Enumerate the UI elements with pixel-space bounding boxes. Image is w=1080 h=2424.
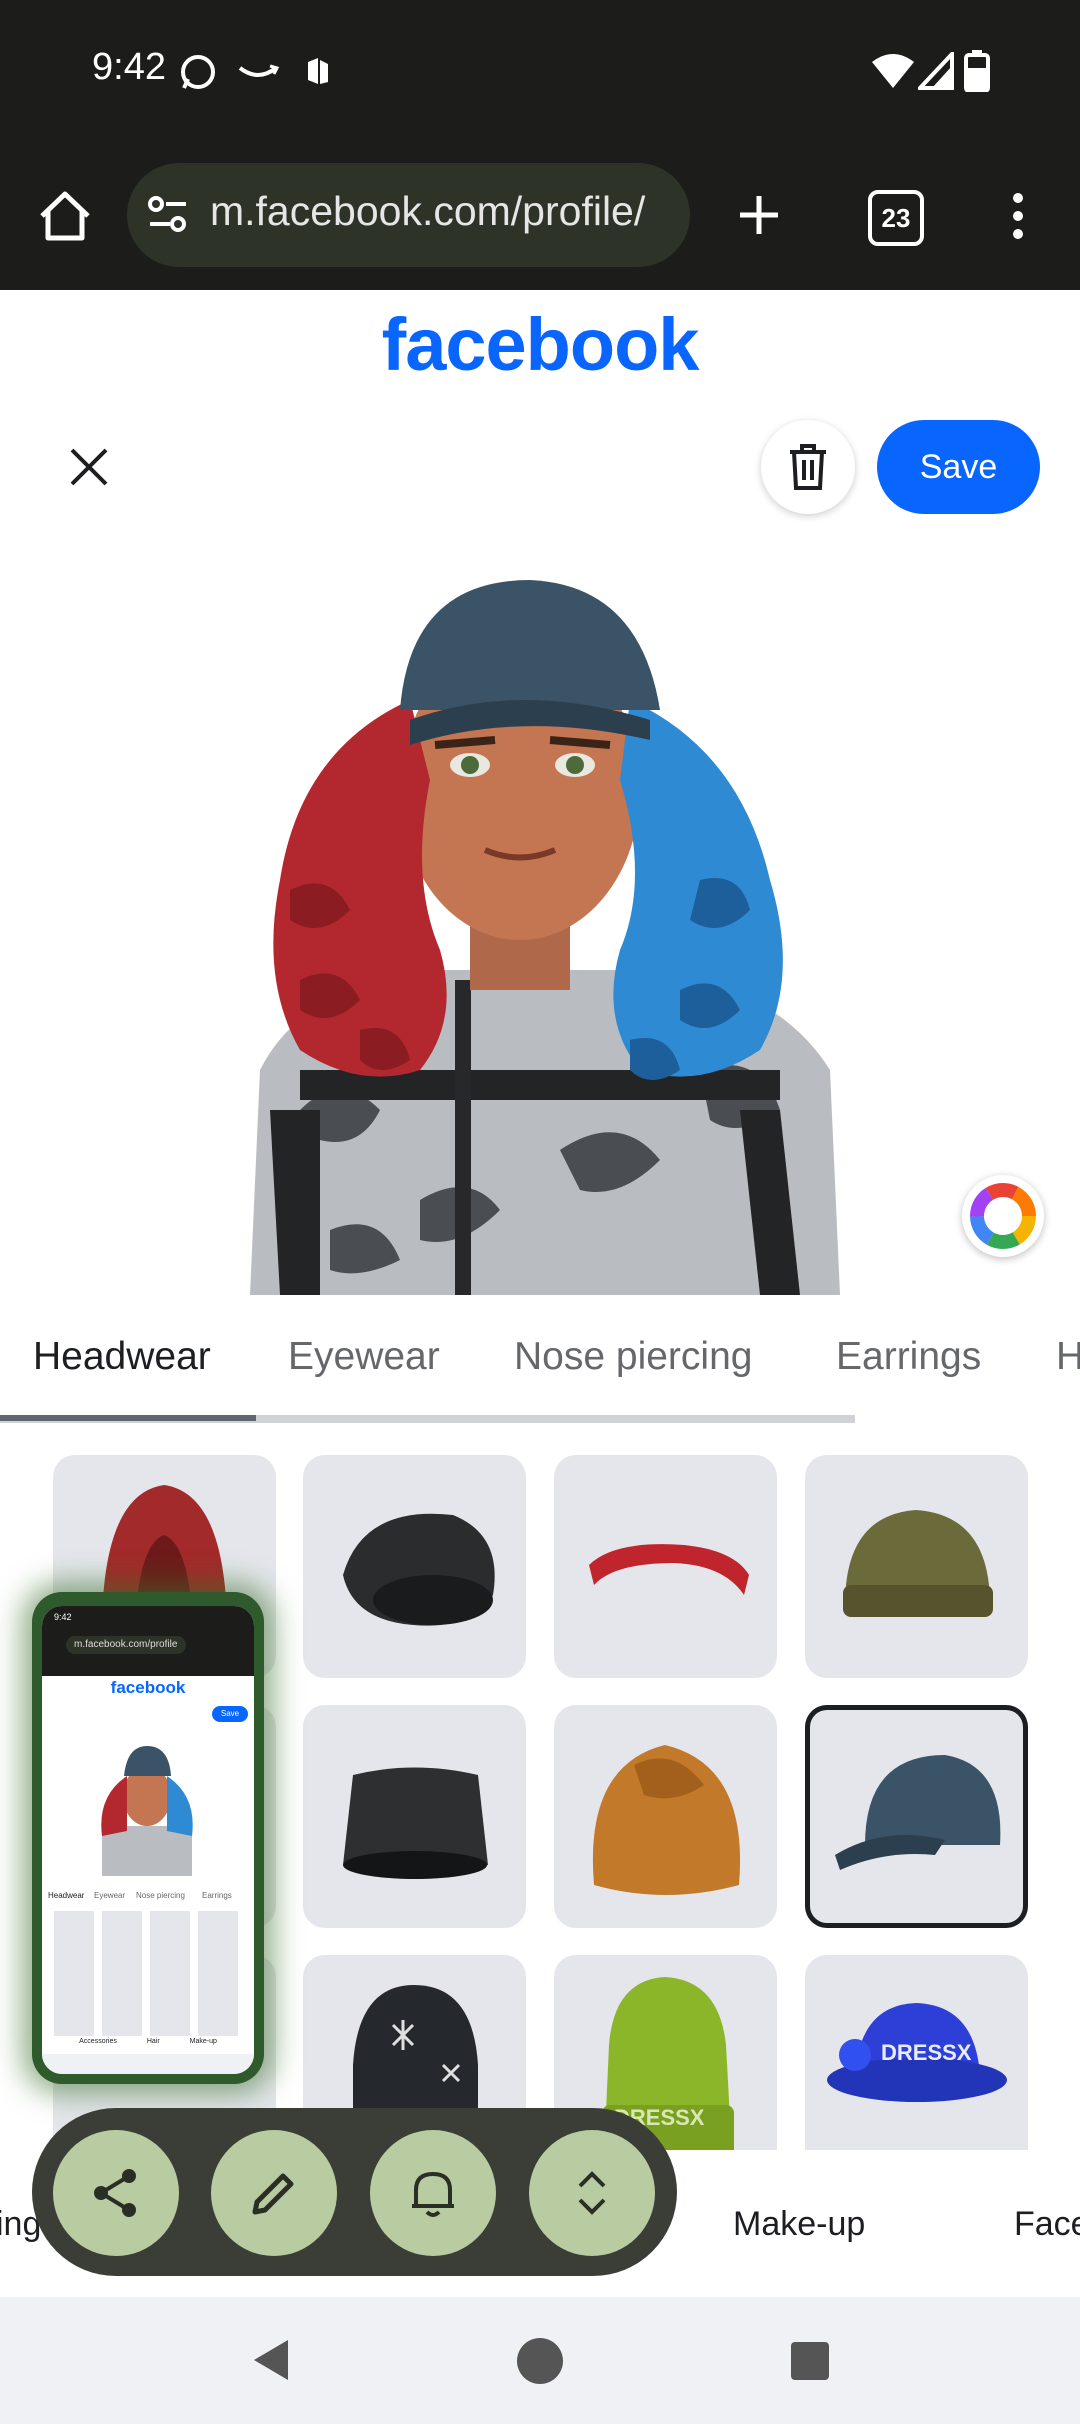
headwear-item-blue-bucket-hat[interactable]: DRESSX xyxy=(805,1955,1028,2178)
tab-switcher-button[interactable]: 23 xyxy=(868,190,924,246)
close-icon[interactable] xyxy=(68,446,110,488)
thumb-grid xyxy=(54,1911,242,2036)
headwear-item-orange-turban[interactable] xyxy=(554,1705,777,1928)
expand-icon xyxy=(578,2171,606,2215)
wifi-icon xyxy=(872,54,914,88)
avatar-preview xyxy=(250,580,840,1295)
thumb-url: m.facebook.com/profile xyxy=(74,1639,178,1650)
edit-icon xyxy=(252,2173,294,2215)
url-text[interactable]: m.facebook.com/profile/ xyxy=(210,188,680,235)
headwear-item-olive-beanie[interactable] xyxy=(805,1455,1028,1678)
tab-earrings[interactable]: Earrings xyxy=(836,1335,981,1379)
headwear-item-black-pillbox-hat[interactable] xyxy=(303,1705,526,1928)
category-face[interactable]: Face xyxy=(1014,2205,1080,2244)
thumb-avatar xyxy=(101,1746,193,1876)
delete-button[interactable] xyxy=(761,420,855,514)
red-headband-icon xyxy=(589,1544,749,1595)
active-tab-indicator xyxy=(0,1415,256,1421)
tab-eyewear[interactable]: Eyewear xyxy=(288,1335,440,1379)
edit-button[interactable] xyxy=(211,2130,337,2256)
more-menu-icon[interactable] xyxy=(1006,190,1030,242)
blue-bucket-hat-icon xyxy=(827,2003,1007,2102)
thumb-save: Save xyxy=(212,1706,248,1722)
category-make-up[interactable]: Make-up xyxy=(733,2205,865,2244)
home-nav-icon[interactable] xyxy=(515,2336,565,2386)
thumb-tab-headwear: Headwear xyxy=(48,1891,85,1900)
facebook-logo[interactable]: facebook xyxy=(0,302,1080,387)
bell-icon xyxy=(412,2172,454,2217)
color-wheel-icon xyxy=(970,1183,1036,1249)
thumb-tab-nose-piercing: Nose piercing xyxy=(136,1891,185,1900)
site-settings-icon[interactable] xyxy=(146,194,190,236)
color-picker-button[interactable] xyxy=(962,1175,1044,1257)
blue-bucket-hat-label: DRESSX xyxy=(881,2040,972,2065)
signal-icon xyxy=(918,52,954,90)
whatsapp-icon xyxy=(181,55,215,89)
amazon-icon xyxy=(238,64,280,77)
thumb-time: 9:42 xyxy=(54,1612,72,1622)
thumb-logo: facebook xyxy=(110,1678,186,1697)
tab-h[interactable]: H xyxy=(1056,1335,1080,1379)
headwear-item-black-beret[interactable] xyxy=(303,1455,526,1678)
orange-turban-icon xyxy=(592,1745,741,1895)
black-beret-icon xyxy=(343,1513,495,1626)
tab-headwear[interactable]: Headwear xyxy=(33,1335,211,1379)
status-time: 9:42 xyxy=(92,46,166,88)
back-icon[interactable] xyxy=(248,2336,292,2384)
share-icon xyxy=(94,2169,136,2217)
screenshot-preview-content[interactable]: 9:42 m.facebook.com/profile facebook Sav… xyxy=(42,1606,254,2074)
navy-baseball-cap-icon xyxy=(835,1755,1001,1870)
new-tab-icon[interactable] xyxy=(736,192,782,238)
thumb-bottom-categories: Accessories Hair Make-up xyxy=(79,2038,217,2045)
battery-icon xyxy=(964,50,990,92)
share-button[interactable] xyxy=(53,2130,179,2256)
notification-app-icon xyxy=(308,58,328,84)
notification-button[interactable] xyxy=(370,2130,496,2256)
save-button[interactable]: Save xyxy=(877,420,1040,514)
thumb-tab-earrings: Earrings xyxy=(202,1891,232,1900)
thumb-tab-eyewear: Eyewear xyxy=(94,1891,126,1900)
trash-icon xyxy=(790,444,826,490)
black-pillbox-hat-icon xyxy=(343,1767,488,1879)
headwear-item-red-headband[interactable] xyxy=(554,1455,777,1678)
home-icon[interactable] xyxy=(36,188,94,244)
recents-icon[interactable] xyxy=(789,2340,831,2382)
tab-nose-piercing[interactable]: Nose piercing xyxy=(514,1335,752,1379)
olive-beanie-icon xyxy=(843,1510,993,1617)
headwear-item-navy-baseball-cap[interactable] xyxy=(805,1705,1028,1928)
expand-button[interactable] xyxy=(529,2130,655,2256)
